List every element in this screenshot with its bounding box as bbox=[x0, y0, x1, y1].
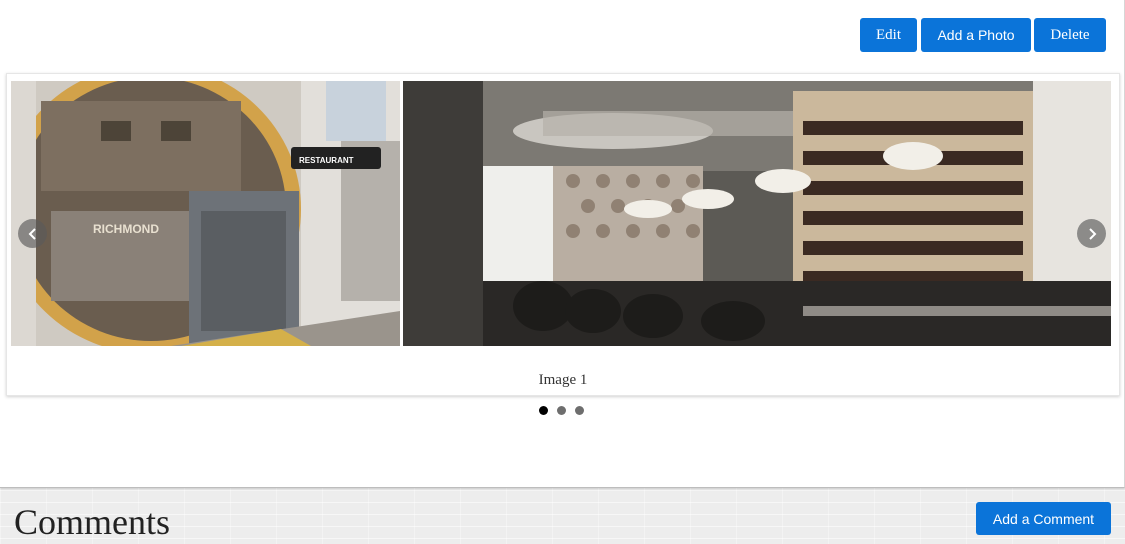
restaurant-exterior-photo: RICHMOND RESTAURANT bbox=[11, 81, 400, 346]
chevron-right-icon bbox=[1088, 227, 1096, 240]
carousel-next-button[interactable] bbox=[1077, 219, 1106, 248]
gallery-panel: Edit Add a Photo Delete RICHMOND RESTAUR… bbox=[0, 0, 1125, 488]
restaurant-interior-photo bbox=[403, 81, 1111, 346]
carousel-indicators bbox=[539, 406, 584, 415]
carousel-prev-button[interactable] bbox=[18, 219, 47, 248]
svg-text:RICHMOND: RICHMOND bbox=[93, 222, 159, 236]
svg-text:RESTAURANT: RESTAURANT bbox=[299, 156, 354, 165]
carousel-caption: Image 1 bbox=[538, 372, 588, 388]
carousel-dot-2[interactable] bbox=[557, 406, 566, 415]
comments-heading: Comments bbox=[14, 502, 171, 542]
delete-button[interactable]: Delete bbox=[1034, 18, 1106, 52]
carousel-dot-1[interactable] bbox=[539, 406, 548, 415]
carousel-dot-3[interactable] bbox=[575, 406, 584, 415]
photo-carousel: RICHMOND RESTAURANT Image 1 bbox=[6, 73, 1120, 396]
add-photo-button[interactable]: Add a Photo bbox=[921, 18, 1031, 52]
add-comment-button[interactable]: Add a Comment bbox=[976, 502, 1111, 535]
edit-button[interactable]: Edit bbox=[860, 18, 917, 52]
chevron-left-icon bbox=[28, 227, 36, 240]
